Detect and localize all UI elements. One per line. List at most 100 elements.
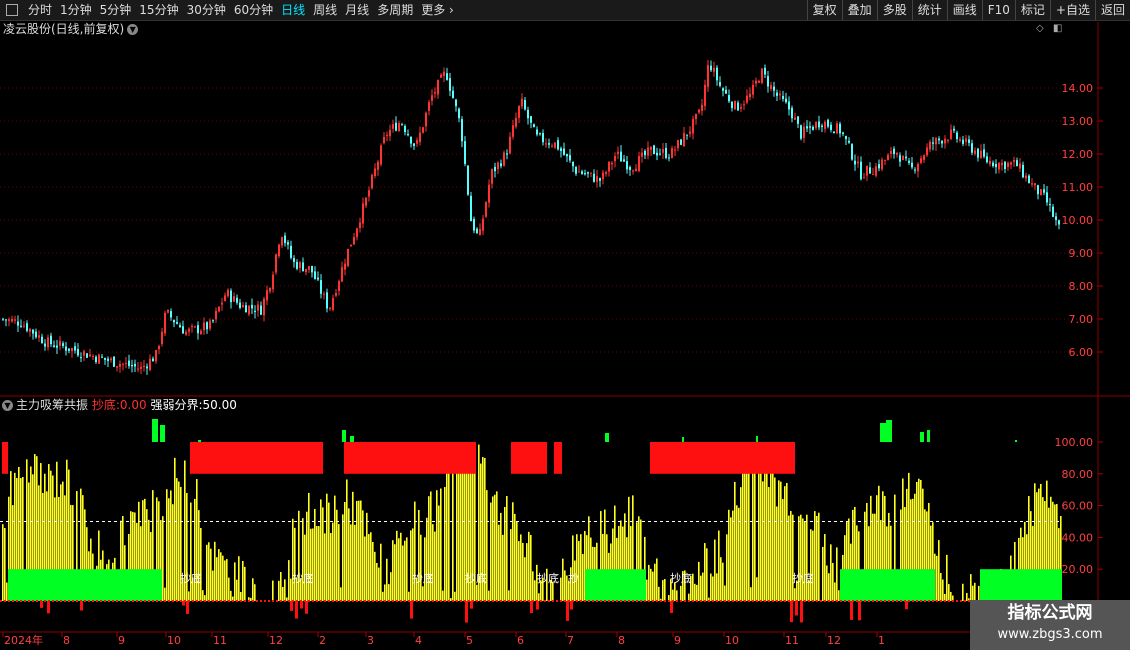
candle-body xyxy=(650,146,652,150)
candle-body xyxy=(725,89,727,94)
candle-body xyxy=(905,156,907,159)
candle-body xyxy=(689,131,691,134)
yellow-bar xyxy=(236,579,238,601)
candle-body xyxy=(38,335,40,338)
candle-body xyxy=(62,343,64,346)
yellow-bar xyxy=(438,505,440,601)
candle-body xyxy=(950,129,952,139)
candle-body xyxy=(701,104,703,111)
candle-body xyxy=(302,262,304,272)
candle-body xyxy=(809,126,811,128)
candle-body xyxy=(740,107,742,109)
green-signal-block xyxy=(980,569,1062,601)
candle-body xyxy=(242,305,244,308)
yellow-bar xyxy=(194,498,196,601)
candle-body xyxy=(656,152,658,156)
candle-body xyxy=(461,119,463,142)
candle-body xyxy=(410,136,412,144)
yellow-bar xyxy=(332,522,334,601)
yellow-bar xyxy=(444,486,446,601)
yellow-bar xyxy=(694,583,696,601)
bottom-signal-label: 抄底 xyxy=(670,571,692,585)
yellow-bar xyxy=(372,541,374,601)
red-negative-bar xyxy=(290,601,293,611)
yellow-bar xyxy=(788,515,790,601)
candle-body xyxy=(776,92,778,96)
yellow-bar xyxy=(948,584,950,601)
yellow-bar xyxy=(214,541,216,601)
candle-body xyxy=(74,346,76,351)
yellow-bar xyxy=(970,574,972,601)
candle-body xyxy=(926,147,928,156)
yellow-bar xyxy=(436,490,438,601)
yellow-bar xyxy=(510,529,512,601)
candle-body xyxy=(437,80,439,95)
candle-body xyxy=(44,343,46,347)
candle-body xyxy=(608,161,610,172)
yellow-bar xyxy=(702,572,704,601)
price-tick-label: 14.00 xyxy=(1062,82,1094,95)
candle-body xyxy=(551,145,553,147)
candle-body xyxy=(452,90,454,99)
candle-body xyxy=(353,237,355,245)
green-spike xyxy=(1015,440,1017,442)
candle-body xyxy=(980,150,982,158)
red-negative-bar xyxy=(536,601,539,610)
candle-body xyxy=(455,99,457,107)
red-negative-bar xyxy=(850,601,853,620)
yellow-bar xyxy=(662,580,664,601)
yellow-bar xyxy=(220,552,222,601)
candle-body xyxy=(416,140,418,144)
value-tick-label: 20.00 xyxy=(1062,563,1094,576)
candle-body xyxy=(149,358,151,371)
candle-body xyxy=(923,155,925,160)
yellow-bar xyxy=(292,518,294,601)
yellow-bar xyxy=(230,590,232,601)
candle-body xyxy=(395,122,397,131)
yellow-bar xyxy=(812,530,814,601)
candle-body xyxy=(311,265,313,273)
candle-body xyxy=(1043,189,1045,193)
candle-body xyxy=(908,160,910,163)
yellow-bar xyxy=(538,593,540,601)
candle-body xyxy=(1028,175,1030,184)
yellow-bar xyxy=(560,577,562,601)
time-axis: 2024年 8 9 10 11 12 2 3 4 5 6 7 8 9 10 11 12 1 xyxy=(2,632,885,647)
yellow-bar xyxy=(494,494,496,601)
bottom-signal-label: 抄底 xyxy=(292,571,314,585)
candle-body xyxy=(1040,189,1042,196)
candle-body xyxy=(833,131,835,134)
red-negative-bar xyxy=(295,601,298,619)
candle-body xyxy=(1004,161,1006,170)
yellow-bar xyxy=(740,487,742,601)
yellow-bar xyxy=(688,593,690,601)
candle-body xyxy=(770,84,772,89)
red-negative-bar xyxy=(570,601,573,610)
chevron-down-icon[interactable]: ▼ xyxy=(2,400,13,411)
yellow-bar xyxy=(824,534,826,601)
candle-body xyxy=(143,365,145,368)
yellow-bar xyxy=(700,575,702,601)
yellow-bar xyxy=(456,453,458,601)
yellow-bar xyxy=(786,482,788,601)
yellow-bar xyxy=(358,500,360,601)
yellow-bar xyxy=(818,512,820,601)
yellow-bar xyxy=(426,517,428,601)
candle-body xyxy=(245,305,247,313)
watermark-title: 指标公式网 xyxy=(1007,603,1093,623)
candle-body xyxy=(386,135,388,137)
yellow-bar xyxy=(650,568,652,601)
candle-body xyxy=(125,362,127,364)
yellow-bar xyxy=(412,528,414,601)
candle-body xyxy=(707,65,709,87)
candle-body xyxy=(257,304,259,311)
candle-body xyxy=(89,354,91,357)
yellow-bar xyxy=(394,544,396,601)
yellow-bar xyxy=(200,528,202,601)
candle-body xyxy=(1037,185,1039,195)
yellow-bar xyxy=(774,477,776,601)
candle-body xyxy=(956,132,958,140)
candle-body xyxy=(365,197,367,206)
yellow-bar xyxy=(224,560,226,601)
yellow-bar xyxy=(218,549,220,601)
